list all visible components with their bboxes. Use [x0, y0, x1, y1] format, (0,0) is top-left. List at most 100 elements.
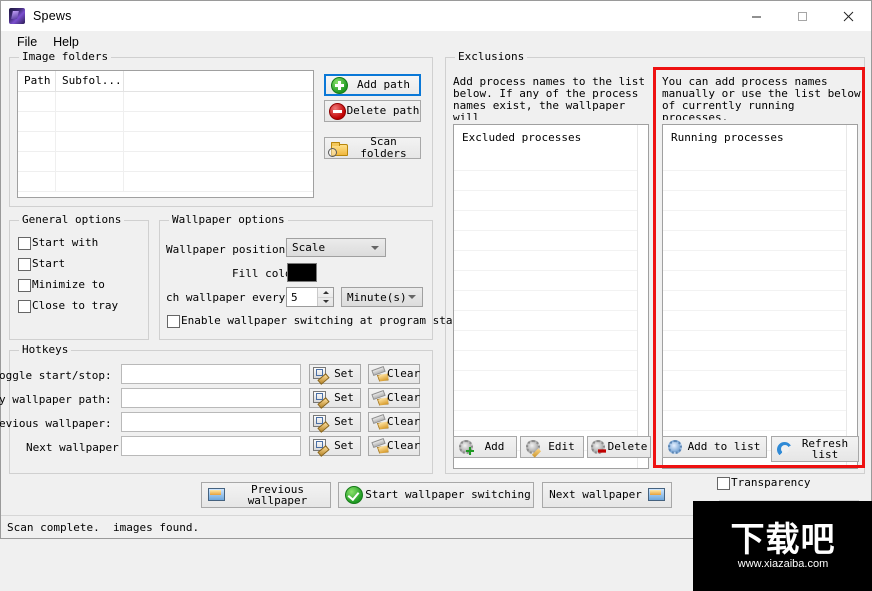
table-row[interactable] [18, 152, 313, 172]
hotkey-input-previous-wallpaper[interactable] [121, 412, 301, 432]
refresh-icon [777, 441, 792, 457]
menu-item-help[interactable]: Help [45, 34, 87, 50]
add-path-button-label: Add path [357, 78, 410, 91]
minimize-icon[interactable] [733, 1, 779, 31]
broom-icon [371, 415, 387, 429]
minus-circle-icon [329, 102, 346, 120]
broom-icon [371, 391, 387, 405]
table-row[interactable] [18, 132, 313, 152]
close-icon[interactable] [825, 1, 871, 31]
hotkey-clear-label: Clear [387, 439, 421, 452]
image-folders-table[interactable]: Path Subfol... [17, 70, 314, 198]
checkbox-enable-on-startup[interactable]: Enable wallpaper switching at program st… [167, 315, 479, 328]
add-path-button[interactable]: Add path [324, 74, 421, 96]
hotkey-input-next-wallpaper[interactable] [121, 436, 301, 456]
checkbox-box[interactable] [18, 279, 31, 292]
scan-folders-button[interactable]: Scan folders [324, 135, 421, 160]
stepper-up-icon[interactable] [318, 288, 333, 298]
exclusions-legend: Exclusions [455, 51, 528, 63]
stepper-down-icon[interactable] [318, 298, 333, 307]
running-processes-caption: Running processes [671, 131, 784, 144]
hotkey-set-button-copy-wallpaper-path[interactable]: Set [309, 388, 361, 409]
hotkey-clear-button-copy-wallpaper-path[interactable]: Clear [368, 388, 420, 408]
column-header-blank[interactable] [124, 71, 313, 91]
monitor-next-icon [648, 488, 665, 502]
content-area: Image folders Path Subfol... Add path De… [0, 51, 872, 591]
column-header-path[interactable]: Path [18, 71, 56, 91]
maximize-icon[interactable] [779, 1, 825, 31]
checkbox-box[interactable] [717, 477, 730, 490]
hotkey-input-copy-wallpaper-path[interactable] [121, 388, 301, 408]
checkbox-label: Start minimized [32, 258, 92, 271]
hotkey-set-button-toggle-start-stop[interactable]: Set [309, 364, 361, 385]
scan-folders-button-label: Scan folders [360, 135, 407, 160]
add-to-list-button[interactable]: Add to list [662, 436, 767, 458]
exclusion-delete-button[interactable]: Delete [587, 436, 651, 458]
set-key-icon [313, 367, 330, 385]
wallpaper-options-legend: Wallpaper options [169, 214, 288, 226]
hotkeys-legend: Hotkeys [19, 344, 72, 356]
next-wallpaper-button[interactable]: Next wallpaper [542, 482, 672, 508]
table-row[interactable] [18, 92, 313, 112]
checkbox-box[interactable] [18, 258, 31, 271]
fill-color-swatch[interactable] [287, 263, 317, 282]
hotkey-clear-button-previous-wallpaper[interactable]: Clear [368, 412, 420, 432]
excluded-processes-list[interactable]: Excluded processes [453, 124, 649, 469]
app-icon [9, 8, 25, 24]
column-header-subfolders[interactable]: Subfol... [56, 71, 124, 91]
hotkey-clear-button-next-wallpaper[interactable]: Clear [368, 436, 420, 456]
hotkey-set-label: Set [334, 367, 354, 380]
change-interval-stepper[interactable]: 5 [286, 287, 334, 307]
broom-icon [371, 439, 387, 453]
broom-icon [371, 367, 387, 381]
image-folders-legend: Image folders [19, 51, 112, 63]
title-bar: Spews [1, 1, 871, 31]
gear-blue-icon [668, 440, 682, 454]
excluded-processes-caption: Excluded processes [462, 131, 582, 144]
change-interval-label: ch wallpaper every: [166, 291, 292, 304]
exclusion-edit-button[interactable]: Edit [520, 436, 584, 458]
previous-wallpaper-button[interactable]: Previous wallpaper [201, 482, 331, 508]
general-options-legend: General options [19, 214, 125, 226]
running-processes-list[interactable]: Running processes [662, 124, 858, 469]
table-row[interactable] [18, 172, 313, 192]
wallpaper-position-value: Scale [292, 241, 326, 254]
wallpaper-position-select[interactable]: Scale [286, 238, 386, 257]
checkbox-label: Transparency [731, 476, 811, 489]
delete-path-button[interactable]: Delete path [324, 100, 421, 122]
menu-item-file[interactable]: File [9, 34, 45, 50]
set-key-icon [313, 415, 330, 433]
stepper-buttons [317, 288, 333, 306]
refresh-list-label: Refresh list [801, 437, 849, 461]
running-processes-scrollbar[interactable] [846, 125, 857, 468]
set-key-icon [313, 391, 330, 409]
checkbox-transparency[interactable]: Transparency [717, 477, 810, 490]
menu-bar: File Help [1, 31, 871, 52]
start-switching-button[interactable]: Start wallpaper switching [338, 482, 534, 508]
checkbox-start-minimized[interactable]: Start minimized [18, 258, 138, 271]
checkbox-minimize-to-tray[interactable]: Minimize to tray [18, 279, 138, 292]
table-row[interactable] [18, 112, 313, 132]
gear-pencil-icon [526, 440, 542, 458]
folder-search-icon [328, 141, 348, 157]
checkbox-box[interactable] [18, 300, 31, 313]
hotkey-clear-button-toggle-start-stop[interactable]: Clear [368, 364, 420, 384]
checkbox-close-to-tray[interactable]: Close to tray [18, 300, 138, 313]
watermark-url: www.xiazaiba.com [737, 557, 829, 570]
checkbox-box[interactable] [18, 237, 31, 250]
hotkey-clear-label: Clear [387, 415, 421, 428]
change-interval-value[interactable]: 5 [287, 291, 317, 304]
exclusion-add-button[interactable]: Add [453, 436, 517, 458]
hotkey-set-button-previous-wallpaper[interactable]: Set [309, 412, 361, 433]
checkbox-box[interactable] [167, 315, 180, 328]
hotkey-clear-label: Clear [387, 391, 421, 404]
hotkey-set-button-next-wallpaper[interactable]: Set [309, 436, 361, 457]
interval-unit-select[interactable]: Minute(s) [341, 287, 423, 307]
next-wallpaper-label: Next wallpaper [549, 488, 642, 501]
hotkey-input-toggle-start-stop[interactable] [121, 364, 301, 384]
excluded-processes-scrollbar[interactable] [637, 125, 648, 468]
interval-unit-value: Minute(s) [347, 290, 407, 304]
running-processes-rows [663, 151, 857, 468]
checkbox-start-with-windows[interactable]: Start with Windows [18, 237, 138, 250]
refresh-list-button[interactable]: Refresh list [771, 436, 859, 462]
